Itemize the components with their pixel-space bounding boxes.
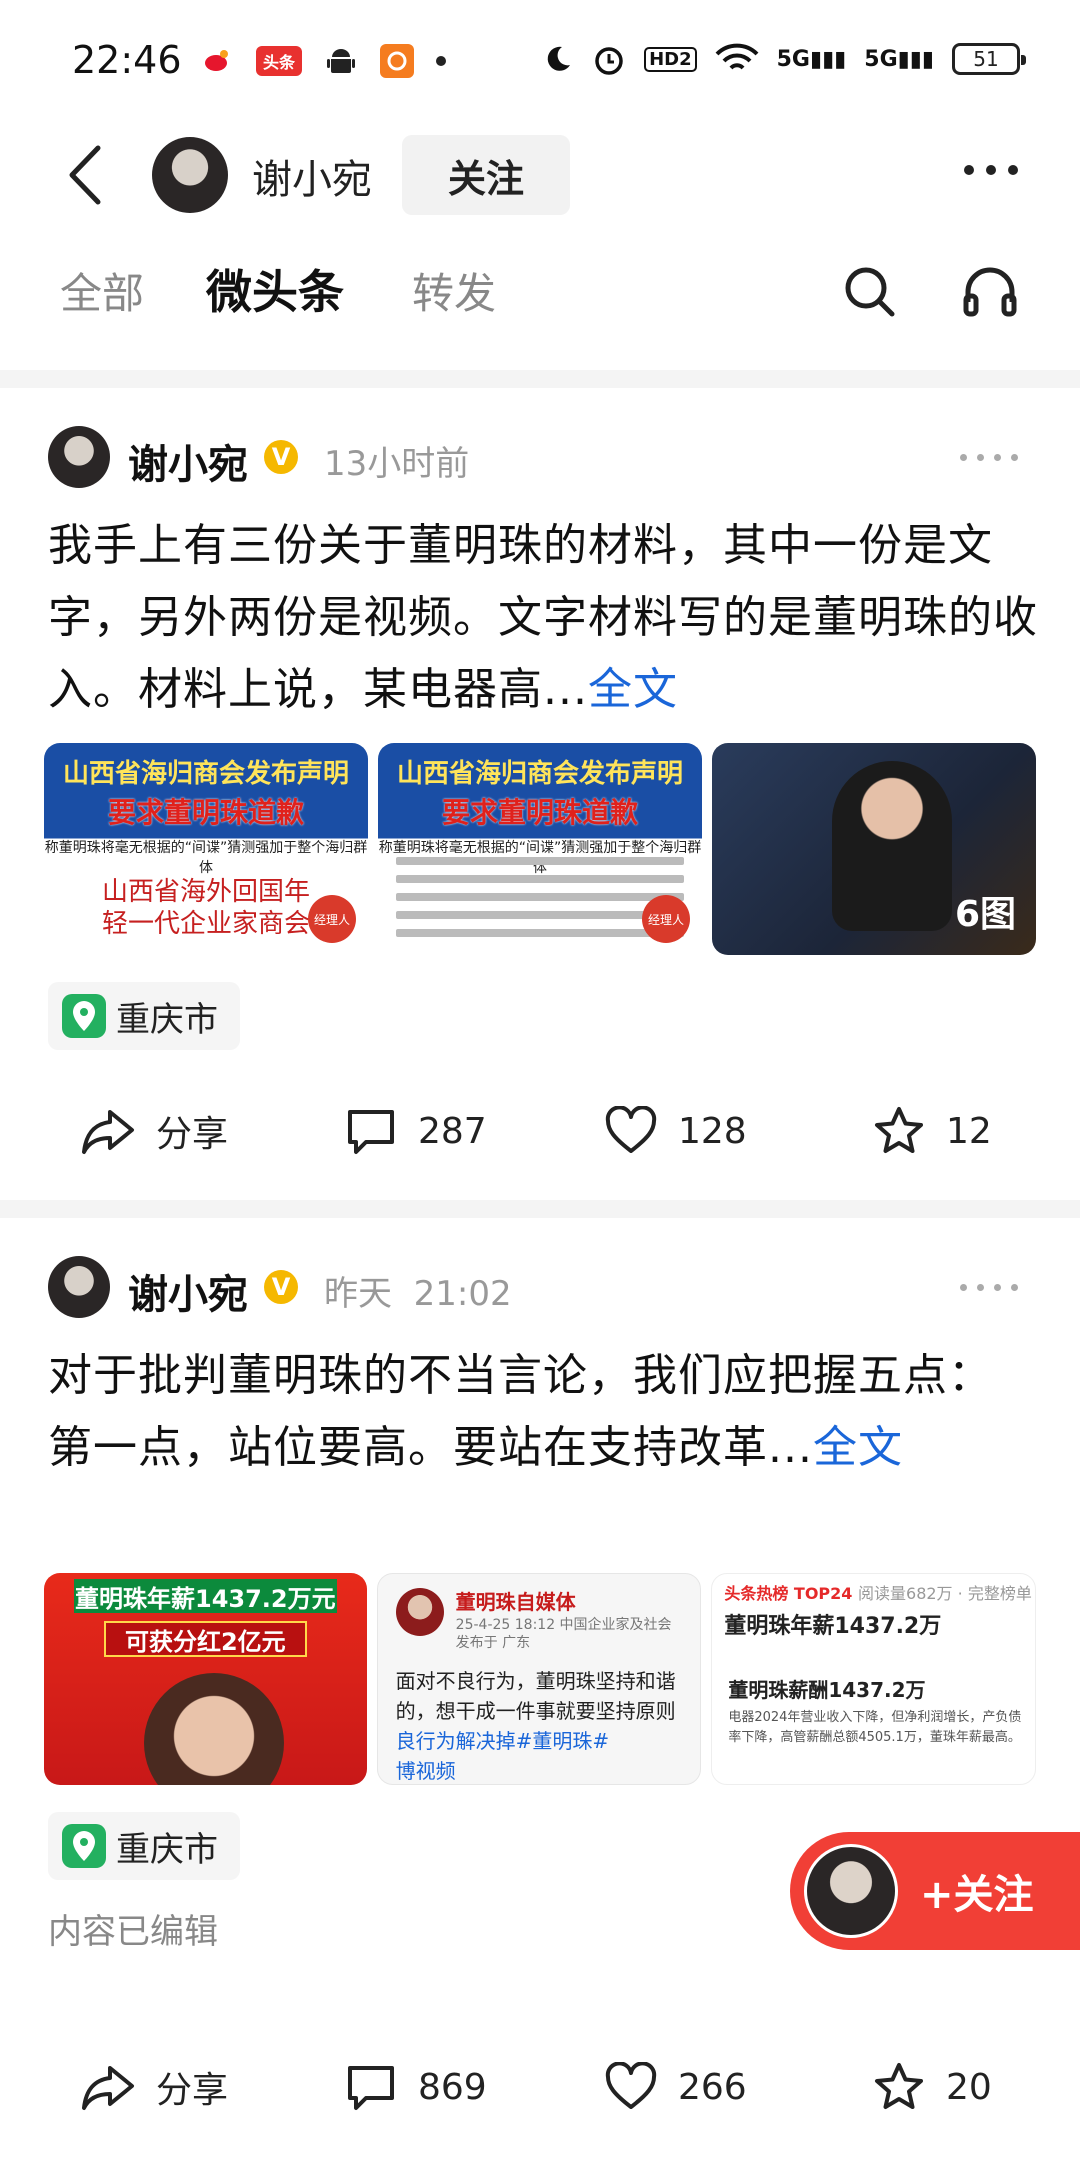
comment-button[interactable]: 287: [344, 1096, 487, 1166]
post-image[interactable]: 头条热榜 TOP24 阅读量682万 · 完整榜单 董明珠年薪1437.2万 董…: [711, 1573, 1037, 1785]
post-images: 董明珠年薪1437.2万元 可获分红2亿元 董明珠自媒体 25-4-25 18:…: [44, 1573, 1037, 1785]
manager-badge: 经理人: [308, 895, 356, 943]
tab-weitoutiao[interactable]: 微头条: [206, 256, 344, 322]
headphones-icon[interactable]: [960, 262, 1020, 322]
alarm-icon: [595, 47, 623, 75]
like-button[interactable]: 128: [604, 1096, 747, 1166]
share-button[interactable]: 分享: [80, 2052, 228, 2122]
post-author[interactable]: 谢小宛: [128, 1262, 248, 1320]
location-tag[interactable]: 重庆市: [48, 982, 240, 1050]
post-author[interactable]: 谢小宛: [128, 432, 248, 490]
verified-badge-icon: V: [264, 440, 298, 474]
tab-repost[interactable]: 转发: [412, 260, 496, 321]
post-more-icon[interactable]: [960, 454, 1018, 461]
signal-5g-icon: 5G▮▮▮: [776, 46, 847, 72]
post-image[interactable]: 6图: [712, 743, 1036, 955]
favorite-button[interactable]: 20: [872, 2052, 992, 2122]
like-button[interactable]: 266: [604, 2052, 747, 2122]
post-image[interactable]: 山西省海归商会发布声明 要求董明珠道歉 称董明珠将毫无根据的“间谍”猜测强加于整…: [44, 743, 368, 955]
favorite-button[interactable]: 12: [872, 1096, 992, 1166]
follow-button[interactable]: 关注: [402, 135, 570, 215]
divider: [0, 1200, 1080, 1218]
post-image[interactable]: 山西省海归商会发布声明 要求董明珠道歉 称董明珠将毫无根据的“间谍”猜测强加于整…: [378, 743, 702, 955]
toutiao-icon: 头条: [256, 46, 302, 76]
tab-bar: 全部 微头条 转发: [0, 250, 1080, 330]
share-button[interactable]: 分享: [80, 1096, 228, 1166]
star-icon: [875, 2063, 923, 2109]
app-icon: [380, 44, 414, 78]
location-pin-icon: [62, 994, 106, 1038]
divider: [0, 370, 1080, 388]
back-icon[interactable]: [60, 140, 110, 210]
moon-icon: [547, 46, 571, 71]
comment-icon: [348, 2066, 394, 2110]
comment-icon: [348, 1110, 394, 1154]
hd-icon: HD2: [644, 46, 697, 72]
signal-5g-icon-2: 5G▮▮▮: [864, 46, 934, 72]
post-image[interactable]: 董明珠年薪1437.2万元 可获分红2亿元: [44, 1573, 367, 1785]
location-tag[interactable]: 重庆市: [48, 1812, 240, 1880]
status-bar: 22:46 头条 HD2 5G▮▮▮ 5G▮▮▮ 51: [0, 0, 1080, 120]
battery-icon: 51: [952, 43, 1026, 75]
read-more-link[interactable]: 全文: [588, 664, 678, 715]
post-card: 谢小宛 V 昨天 21:02 对于批判董明珠的不当言论，我们应把握五点： 第一点…: [0, 1218, 1080, 2171]
post-time: 13小时前: [324, 444, 470, 484]
android-icon: [324, 44, 358, 78]
post-text[interactable]: 对于批判董明珠的不当言论，我们应把握五点： 第一点，站位要高。要站在支持改革..…: [48, 1340, 1038, 1484]
post-time: 昨天 21:02: [324, 1274, 512, 1314]
post-images: 山西省海归商会发布声明 要求董明珠道歉 称董明珠将毫无根据的“间谍”猜测强加于整…: [44, 743, 1036, 955]
profile-header: 谢小宛 关注: [0, 125, 1080, 225]
avatar[interactable]: [48, 1256, 110, 1318]
read-more-link[interactable]: 全文: [813, 1422, 903, 1473]
tab-all[interactable]: 全部: [60, 260, 144, 321]
notification-dot: [436, 56, 446, 66]
post-image[interactable]: 董明珠自媒体 25-4-25 18:12 中国企业家及社会 发布于 广东 面对不…: [376, 1573, 702, 1785]
edited-note: 内容已编辑: [48, 1912, 218, 1952]
image-count: 6图: [954, 894, 1016, 935]
avatar[interactable]: [48, 426, 110, 488]
post-actions: 分享 869 266 20: [0, 2052, 1080, 2122]
manager-badge: 经理人: [642, 895, 690, 943]
post-more-icon[interactable]: [960, 1284, 1018, 1291]
post-actions: 分享 287 128 12: [0, 1096, 1080, 1166]
avatar: [804, 1844, 898, 1938]
post-text[interactable]: 我手上有三份关于董明珠的材料，其中一份是文字，另外两份是视频。文字材料写的是董明…: [48, 510, 1038, 726]
verified-badge-icon: V: [264, 1270, 298, 1304]
more-icon[interactable]: [964, 165, 1018, 175]
share-icon: [82, 1110, 134, 1154]
avatar[interactable]: [152, 137, 228, 213]
weibo-icon: [200, 44, 234, 78]
post-card: 谢小宛 V 13小时前 我手上有三份关于董明珠的材料，其中一份是文字，另外两份是…: [0, 388, 1080, 1200]
location-pin-icon: [62, 1824, 106, 1868]
status-time: 22:46: [72, 38, 182, 82]
share-icon: [82, 2066, 134, 2110]
heart-icon: [605, 1106, 657, 1153]
floating-follow-button[interactable]: +关注: [790, 1832, 1080, 1950]
wifi-icon: [715, 43, 759, 70]
search-icon[interactable]: [840, 262, 900, 322]
header-username[interactable]: 谢小宛: [252, 147, 372, 205]
star-icon: [875, 1107, 923, 1153]
comment-button[interactable]: 869: [344, 2052, 487, 2122]
heart-icon: [605, 2062, 657, 2109]
